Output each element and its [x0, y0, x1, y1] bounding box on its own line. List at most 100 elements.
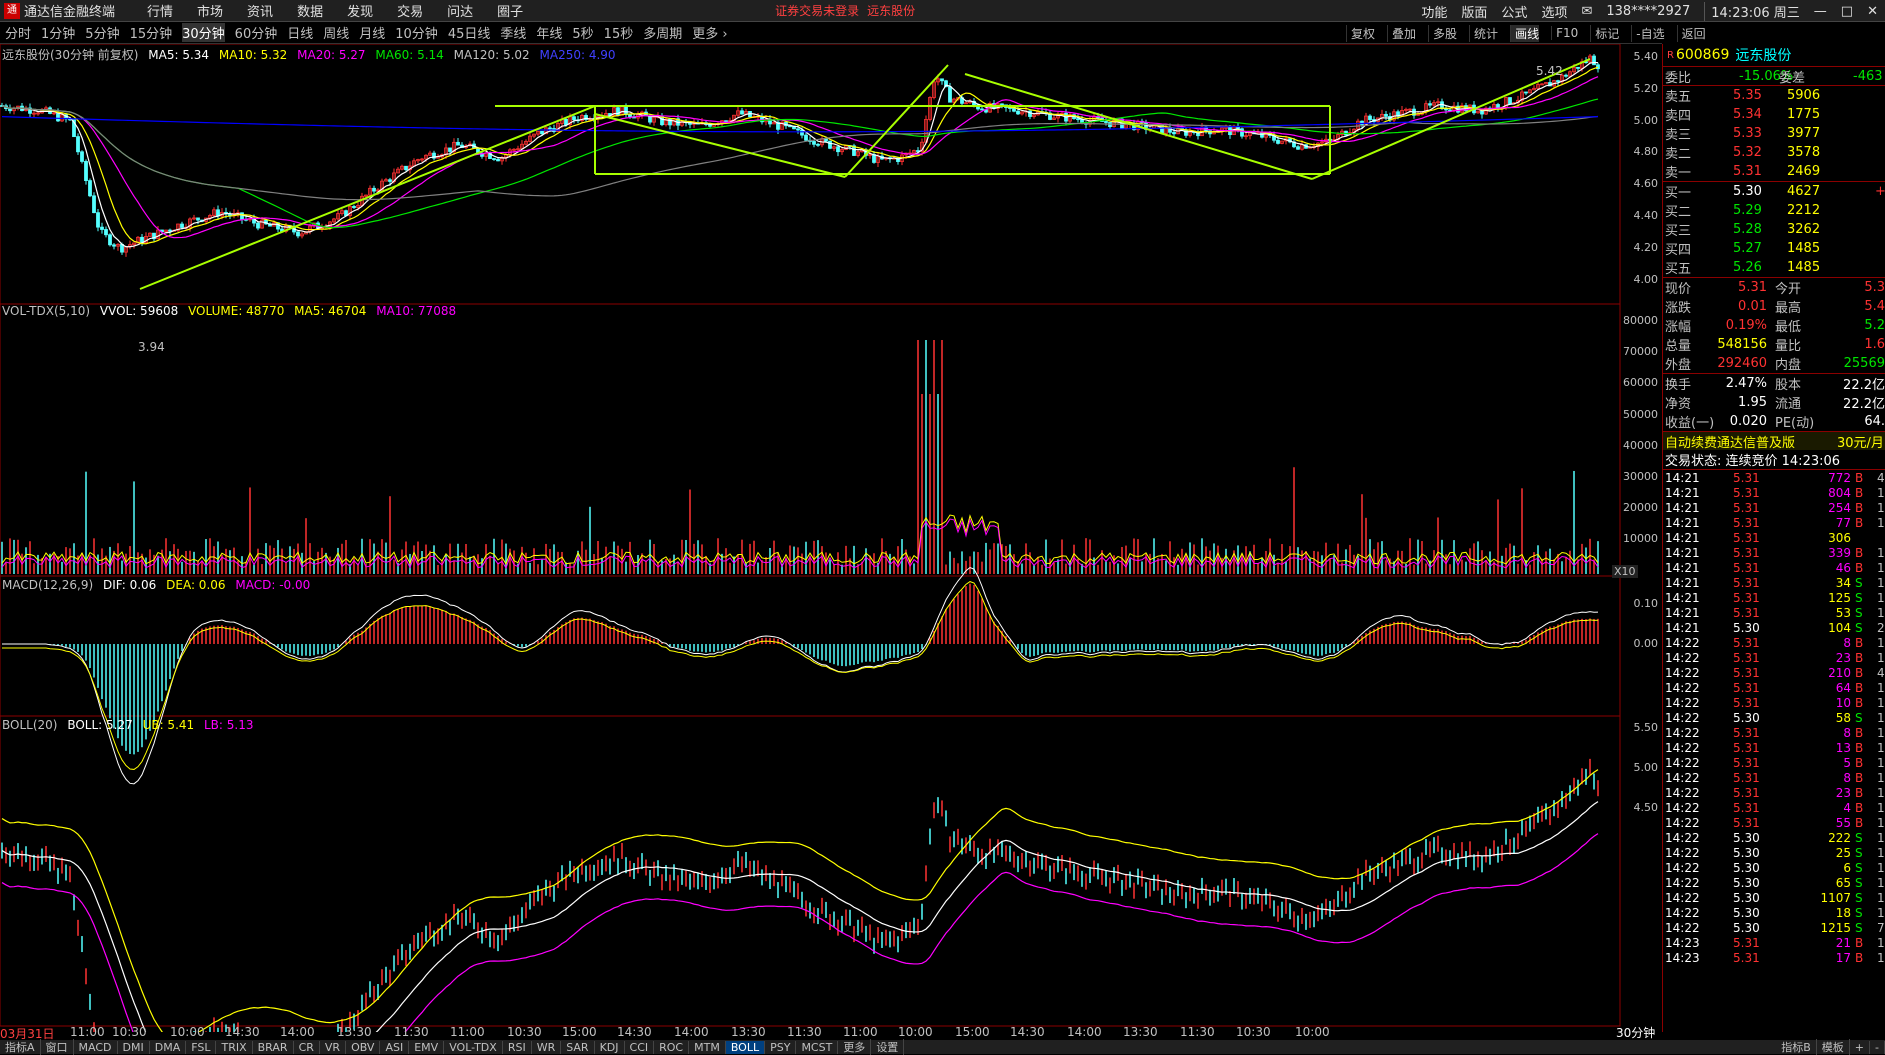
ask-price: 5.31 — [1733, 164, 1762, 179]
indicator-tab-15[interactable]: WR — [532, 1040, 562, 1054]
indicator-tab-24[interactable]: 更多 — [838, 1039, 872, 1055]
tick-price: 5.31 — [1733, 740, 1760, 755]
tool-button-2[interactable]: 多股 — [1428, 24, 1457, 42]
menu-item-6[interactable]: 问达 — [447, 1, 473, 20]
period-tab-9[interactable]: 10分钟 — [395, 23, 438, 42]
menu-item-2[interactable]: 资讯 — [247, 1, 273, 20]
period-tab-13[interactable]: 5秒 — [572, 23, 593, 42]
period-tab-2[interactable]: 5分钟 — [85, 23, 119, 42]
menu-item-0[interactable]: 行情 — [147, 1, 173, 20]
menu-item-7[interactable]: 圈子 — [497, 1, 523, 20]
menu-item-3[interactable]: 数据 — [297, 1, 323, 20]
indicator-tab-2[interactable]: MACD — [74, 1040, 118, 1054]
trend-drawing-line[interactable] — [139, 105, 596, 290]
tool-button-0[interactable]: 复权 — [1346, 24, 1375, 42]
indicator-tab-1[interactable]: 窗口 — [41, 1039, 74, 1055]
minimize-button[interactable]: — — [1814, 4, 1827, 19]
indicator-tab-20[interactable]: MTM — [689, 1040, 726, 1054]
period-tab-7[interactable]: 周线 — [323, 23, 349, 42]
bid-volume: 2212 — [1787, 203, 1821, 218]
tick-time: 14:22 — [1665, 725, 1700, 740]
period-tab-15[interactable]: 多周期 — [643, 23, 682, 42]
indicator-tab-7[interactable]: BRAR — [253, 1040, 294, 1054]
time-axis: 03月31日 11:00 10:30 10:00 14:30 14:00 13:30 11:3… — [0, 1024, 1662, 1041]
bottom-right-button-3[interactable]: - — [1870, 1040, 1885, 1054]
tick-row: 14:22 5.30 1215 S 7 — [1663, 920, 1885, 935]
top-right-menu-1[interactable]: 版面 — [1461, 2, 1487, 21]
tick-side: S — [1855, 920, 1863, 935]
period-tab-0[interactable]: 分时 — [5, 23, 31, 42]
tick-volume: 8 — [1843, 725, 1851, 740]
promo-text[interactable]: 自动续费通达信普及版 — [1665, 432, 1795, 451]
period-tab-1[interactable]: 1分钟 — [41, 23, 75, 42]
indicator-tab-22[interactable]: PSY — [765, 1040, 797, 1054]
maximize-button[interactable]: □ — [1841, 4, 1853, 19]
period-tab-6[interactable]: 日线 — [287, 23, 313, 42]
indicator-tab-23[interactable]: MCST — [796, 1040, 839, 1054]
menu-item-4[interactable]: 发现 — [347, 1, 373, 20]
indicator-tab-8[interactable]: CR — [294, 1040, 320, 1054]
period-tab-12[interactable]: 年线 — [536, 23, 562, 42]
dea-value: DEA: 0.06 — [166, 578, 226, 592]
tick-row: 14:22 5.31 55 B 1 — [1663, 815, 1885, 830]
indicator-tab-21[interactable]: BOLL — [725, 1040, 766, 1054]
bottom-right-button-1[interactable]: 模板 — [1817, 1039, 1850, 1055]
bid-row: 买一 5.30 4627 +6 — [1663, 182, 1885, 201]
chart-area[interactable]: 远东股份(30分钟 前复权) MA5: 5.34 MA10: 5.32 MA20… — [0, 44, 1662, 1032]
period-tab-3[interactable]: 15分钟 — [130, 23, 173, 42]
user-account[interactable]: 138****2927 — [1606, 4, 1690, 19]
indicator-tab-6[interactable]: TRIX — [216, 1040, 253, 1054]
tool-button-6[interactable]: 标记 — [1590, 24, 1619, 42]
mail-icon[interactable]: ✉ — [1581, 4, 1592, 19]
bottom-right-button-2[interactable]: + — [1850, 1040, 1871, 1054]
indicator-tab-16[interactable]: SAR — [561, 1040, 595, 1054]
tool-button-8[interactable]: 返回 — [1676, 24, 1706, 42]
indicator-tab-13[interactable]: VOL-TDX — [444, 1040, 503, 1054]
indicator-tab-19[interactable]: ROC — [654, 1040, 690, 1054]
vol-legend: VOL-TDX(5,10) VVOL: 59608 VOLUME: 48770 … — [2, 304, 462, 318]
current-stock-link[interactable]: 远东股份 — [867, 2, 915, 19]
tool-button-4[interactable]: 画线 — [1510, 24, 1540, 42]
period-tab-10[interactable]: 45日线 — [448, 23, 491, 42]
tick-price: 5.30 — [1733, 830, 1760, 845]
indicator-tab-14[interactable]: RSI — [503, 1040, 532, 1054]
period-tab-4[interactable]: 30分钟 — [182, 23, 225, 42]
indicator-tab-11[interactable]: ASI — [380, 1040, 410, 1054]
top-right-menu-0[interactable]: 功能 — [1421, 2, 1447, 21]
tool-button-1[interactable]: 叠加 — [1387, 24, 1416, 42]
period-tab-5[interactable]: 60分钟 — [235, 23, 278, 42]
ma5-value: MA5: 5.34 — [148, 48, 210, 62]
menu-item-5[interactable]: 交易 — [397, 1, 423, 20]
top-right-menu-2[interactable]: 公式 — [1501, 2, 1527, 21]
period-tab-11[interactable]: 季线 — [500, 23, 526, 42]
login-warning[interactable]: 证券交易未登录 — [775, 2, 859, 19]
tick-volume: 18 — [1835, 905, 1851, 920]
indicator-tab-18[interactable]: CCI — [625, 1040, 655, 1054]
tool-button-7[interactable]: -自选 — [1631, 24, 1665, 42]
kline-chart-svg[interactable] — [0, 44, 1662, 1032]
period-tab-14[interactable]: 15秒 — [604, 23, 634, 42]
indicator-tab-25[interactable]: 设置 — [871, 1039, 905, 1055]
fund-row: 换手 2.47% 股本 22.2亿 — [1663, 374, 1885, 393]
close-button[interactable]: ✕ — [1867, 4, 1878, 19]
indicator-tab-5[interactable]: FSL — [186, 1040, 217, 1054]
tool-button-5[interactable]: F10 — [1551, 26, 1578, 40]
top-right-menu-3[interactable]: 选项 — [1541, 2, 1567, 21]
indicator-tab-0[interactable]: 指标A — [0, 1039, 41, 1055]
indicator-tab-10[interactable]: OBV — [346, 1040, 381, 1054]
indicator-tab-3[interactable]: DMI — [118, 1040, 150, 1054]
tick-volume: 13 — [1835, 740, 1851, 755]
tick-row: 14:22 5.31 13 B 1 — [1663, 740, 1885, 755]
indicator-tab-17[interactable]: KDJ — [595, 1040, 625, 1054]
tool-button-3[interactable]: 统计 — [1469, 24, 1498, 42]
promo-row[interactable]: 自动续费通达信普及版 30元/月 — [1663, 431, 1885, 451]
period-tab-16[interactable]: 更多 › — [692, 23, 727, 42]
indicator-tab-4[interactable]: DMA — [150, 1040, 187, 1054]
tick-row: 14:22 5.31 23 B 1 — [1663, 650, 1885, 665]
indicator-tab-12[interactable]: EMV — [409, 1040, 445, 1054]
period-tab-8[interactable]: 月线 — [359, 23, 385, 42]
indicator-tab-9[interactable]: VR — [320, 1040, 347, 1054]
promo-price[interactable]: 30元/月 — [1837, 432, 1884, 451]
menu-item-1[interactable]: 市场 — [197, 1, 223, 20]
bottom-right-button-0[interactable]: 指标B — [1776, 1039, 1817, 1055]
